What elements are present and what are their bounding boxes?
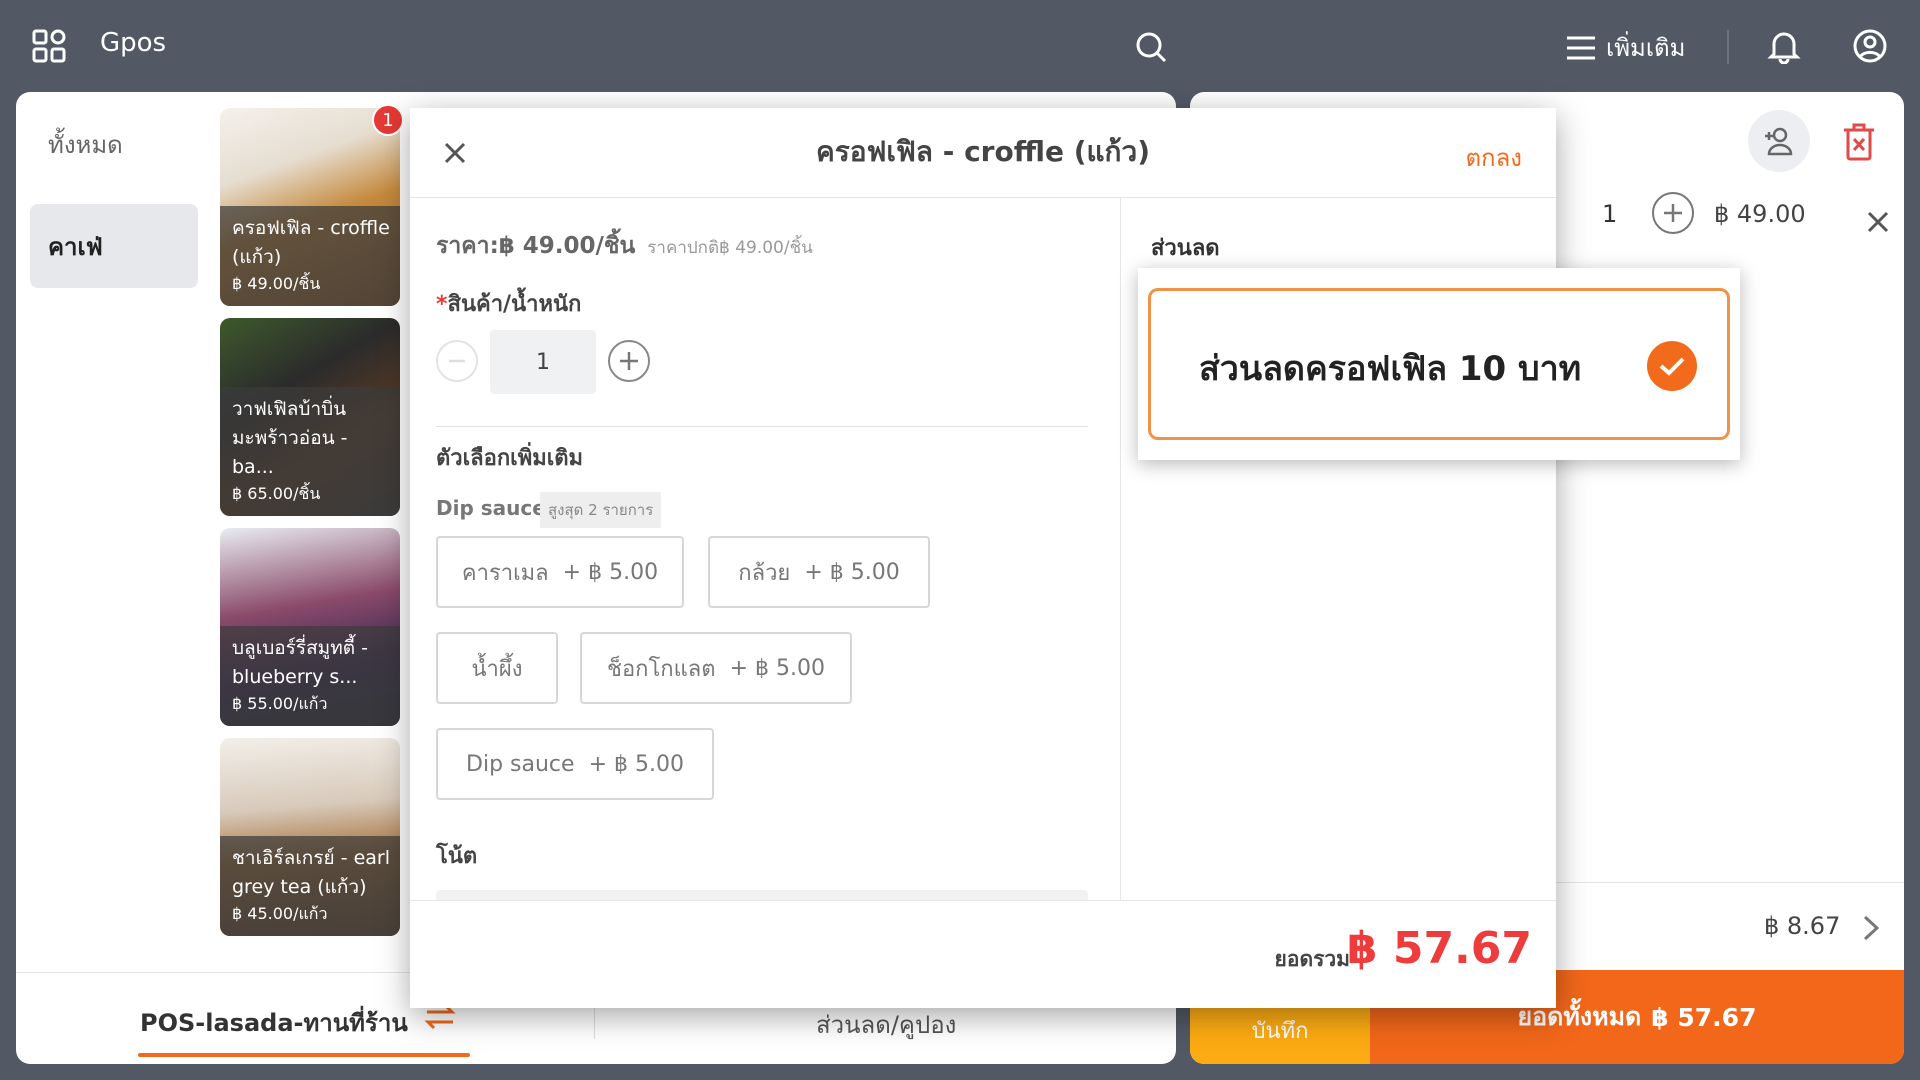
user-account-icon[interactable]	[1852, 28, 1888, 64]
active-tab-indicator	[138, 1053, 470, 1057]
chevron-right-icon[interactable]	[1862, 914, 1880, 942]
unit-price: ราคา:฿ 49.00/ชิ้น	[436, 233, 636, 259]
category-cafe[interactable]: คาเฟ่	[30, 204, 198, 288]
add-member-button[interactable]	[1748, 110, 1810, 172]
option-caramel[interactable]: คาราเมล + ฿ 5.00	[436, 536, 684, 608]
section-divider	[436, 426, 1088, 427]
close-icon[interactable]	[440, 138, 470, 168]
options-title: ตัวเลือกเพิ่มเติม	[436, 446, 584, 471]
option-chocolate[interactable]: ช็อกโกแลต + ฿ 5.00	[580, 632, 852, 704]
option-price: + ฿ 5.00	[562, 559, 659, 585]
add-user-icon	[1765, 127, 1793, 156]
checkout-total-value: ฿ 57.67	[1651, 1002, 1757, 1032]
option-name: น้ำผึ้ง	[471, 656, 523, 682]
dialog-title: ครอฟเฟิล - croffle (แก้ว)	[815, 135, 1151, 168]
confirm-button[interactable]: ตกลง	[1465, 138, 1522, 177]
product-price: ฿ 49.00/ชิ้น	[232, 274, 321, 293]
option-name: Dip sauce	[466, 751, 575, 777]
pos-channel-tab[interactable]: POS-lasada-ทานที่ร้าน	[140, 1003, 408, 1042]
discount-option-card[interactable]: ส่วนลดครอฟเฟิล 10 บาท	[1148, 288, 1730, 440]
category-all[interactable]: ทั้งหมด	[30, 102, 198, 186]
product-card[interactable]: ครอฟเฟิล - croffle (แก้ว) ฿ 49.00/ชิ้น	[220, 108, 400, 306]
topbar-divider	[1727, 30, 1729, 64]
dialog-footer: ยอดรวม ฿ 57.67	[410, 900, 1556, 1008]
cart-item-qty: 1	[1602, 200, 1618, 228]
product-card[interactable]: ชาเอิร์ลเกรย์ - earl grey tea (แก้ว) ฿ 4…	[220, 738, 400, 936]
remove-item-icon[interactable]	[1866, 210, 1890, 234]
discount-popup: ส่วนลดครอฟเฟิล 10 บาท	[1138, 268, 1740, 460]
app-name: Gpos	[100, 28, 167, 58]
plus-icon	[620, 352, 638, 370]
option-price: + ฿ 5.00	[804, 559, 900, 585]
note-input[interactable]	[436, 890, 1088, 900]
cart-subtotal: ฿ 8.67	[1764, 912, 1841, 940]
decrease-quantity-button[interactable]	[436, 340, 478, 382]
product-card[interactable]: บลูเบอร์รี่สมูทตี้ - blueberry s... ฿ 55…	[220, 528, 400, 726]
more-menu-button[interactable]: เพิ่มเติม	[1566, 28, 1685, 67]
discount-name: ส่วนลดครอฟเฟิล 10 บาท	[1199, 349, 1582, 389]
quantity-label-text: สินค้า/น้ำหนัก	[447, 292, 582, 317]
product-price: ฿ 55.00/แก้ว	[232, 694, 328, 713]
quantity-label: *สินค้า/น้ำหนัก	[436, 286, 581, 321]
search-icon[interactable]	[1134, 30, 1168, 64]
check-circle-icon	[1647, 341, 1697, 391]
product-name: ครอฟเฟิล - croffle (แก้ว)	[232, 217, 390, 268]
increase-quantity-button[interactable]	[608, 340, 650, 382]
apps-grid-icon[interactable]	[32, 29, 66, 63]
product-price: ฿ 45.00/แก้ว	[232, 904, 328, 923]
save-button-label: บันทึก	[1251, 1019, 1309, 1044]
quantity-input[interactable]: 1	[490, 330, 596, 394]
option-price: + ฿ 5.00	[588, 751, 684, 777]
discount-coupon-tab[interactable]: ส่วนลด/คูปอง	[816, 1005, 956, 1044]
dialog-options-pane: ราคา:฿ 49.00/ชิ้น ราคาปกติ฿ 49.00/ชิ้น *…	[410, 198, 1120, 900]
product-option-dialog: ครอฟเฟิล - croffle (แก้ว) ตกลง ราคา:฿ 49…	[410, 108, 1556, 1008]
product-info: ครอฟเฟิล - croffle (แก้ว) ฿ 49.00/ชิ้น	[220, 206, 400, 306]
product-info: บลูเบอร์รี่สมูทตี้ - blueberry s... ฿ 55…	[220, 626, 400, 726]
normal-price: ราคาปกติ฿ 49.00/ชิ้น	[647, 238, 813, 258]
option-name: กล้วย	[738, 560, 791, 586]
total-label: ยอดรวม	[1274, 947, 1350, 971]
product-name: วาฟเฟิลบ้าบิ่นมะพร้าวอ่อน - ba...	[232, 398, 348, 478]
option-name: ช็อกโกแลต	[607, 656, 716, 682]
cart-increase-button[interactable]	[1652, 192, 1694, 234]
more-menu-label: เพิ่มเติม	[1606, 34, 1686, 62]
delete-cart-icon[interactable]	[1840, 122, 1878, 162]
total-value: ฿ 57.67	[1346, 923, 1532, 974]
option-group-limit: สูงสุด 2 รายการ	[540, 492, 662, 528]
option-price: + ฿ 5.00	[729, 655, 825, 681]
top-bar: Gpos เพิ่มเติม	[0, 0, 1920, 92]
cart-count-badge: 1	[372, 104, 404, 136]
product-name: ชาเอิร์ลเกรย์ - earl grey tea (แก้ว)	[232, 847, 391, 898]
product-card[interactable]: วาฟเฟิลบ้าบิ่นมะพร้าวอ่อน - ba... ฿ 65.0…	[220, 318, 400, 516]
minus-icon	[449, 359, 465, 363]
cart-item-price: ฿ 49.00	[1714, 200, 1806, 228]
bell-icon[interactable]	[1766, 28, 1802, 64]
option-group-name: Dip sauce	[436, 496, 546, 520]
product-info: วาฟเฟิลบ้าบิ่นมะพร้าวอ่อน - ba... ฿ 65.0…	[220, 387, 400, 516]
option-banana[interactable]: กล้วย + ฿ 5.00	[708, 536, 930, 608]
price-line: ราคา:฿ 49.00/ชิ้น ราคาปกติ฿ 49.00/ชิ้น	[436, 228, 813, 264]
note-label: โน้ต	[436, 844, 478, 869]
option-name: คาราเมล	[461, 560, 549, 586]
discount-label: ส่วนลด	[1151, 236, 1220, 261]
required-mark: *	[436, 292, 448, 317]
option-dip-sauce[interactable]: Dip sauce + ฿ 5.00	[436, 728, 714, 800]
plus-icon	[1664, 204, 1682, 222]
hamburger-icon	[1567, 36, 1595, 59]
product-info: ชาเอิร์ลเกรย์ - earl grey tea (แก้ว) ฿ 4…	[220, 836, 400, 936]
product-name: บลูเบอร์รี่สมูทตี้ - blueberry s...	[232, 637, 368, 688]
product-price: ฿ 65.00/ชิ้น	[232, 484, 321, 503]
option-honey[interactable]: น้ำผึ้ง	[436, 632, 558, 704]
dialog-header: ครอฟเฟิล - croffle (แก้ว) ตกลง	[410, 108, 1556, 198]
